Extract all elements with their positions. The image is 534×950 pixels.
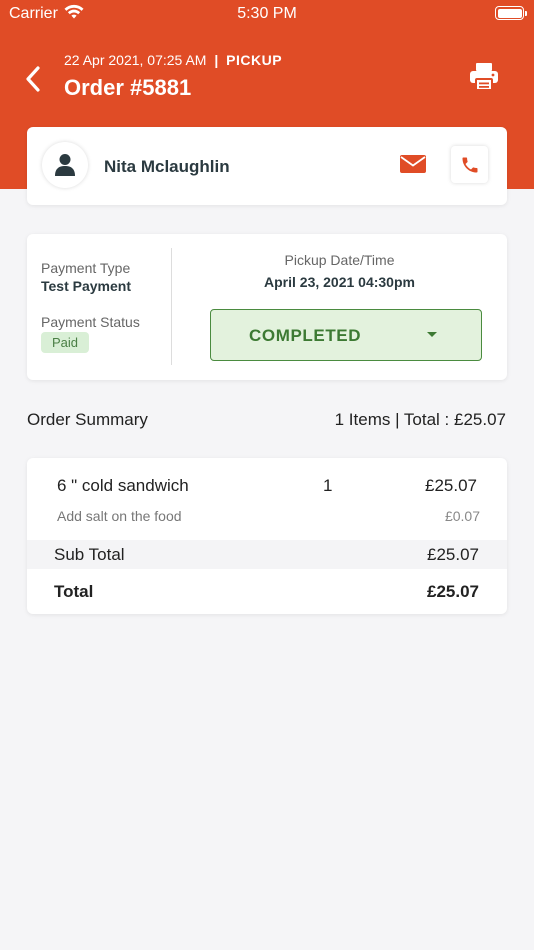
payment-card: Payment Type Test Payment Payment Status… (27, 234, 507, 380)
pickup-time-value: April 23, 2021 04:30pm (264, 274, 415, 290)
order-type: PICKUP (226, 52, 283, 68)
subtotal-row: Sub Total £25.07 (27, 540, 507, 569)
subtotal-label: Sub Total (54, 545, 125, 564)
payment-type-label: Payment Type (41, 260, 131, 276)
meta-separator: | (214, 52, 219, 68)
order-summary-title: Order Summary (27, 410, 148, 429)
clock: 5:30 PM (237, 5, 297, 22)
print-button[interactable] (468, 60, 500, 92)
phone-icon (462, 157, 477, 172)
order-status-value: COMPLETED (249, 326, 362, 345)
payment-status-badge: Paid (41, 332, 90, 353)
back-button[interactable] (20, 62, 50, 96)
battery-icon (495, 6, 527, 20)
avatar (42, 142, 88, 188)
subtotal-value: £25.07 (427, 545, 479, 564)
call-button[interactable] (451, 146, 488, 183)
status-bar: Carrier 5:30 PM (0, 0, 534, 28)
customer-card: Nita Mclaughlin (27, 127, 507, 205)
pickup-time-label: Pickup Date/Time (284, 252, 395, 268)
item-modifier-price: £0.07 (444, 508, 480, 524)
item-price: £25.07 (425, 476, 477, 495)
order-meta: 22 Apr 2021, 07:25 AM | PICKUP (64, 52, 282, 68)
caret-down-icon (427, 332, 437, 337)
chevron-left-icon (26, 66, 40, 92)
item-quantity: 1 (323, 476, 333, 495)
items-card: 6 " cold sandwich 1 £25.07 Add salt on t… (27, 458, 507, 614)
payment-type-value: Test Payment (41, 278, 131, 294)
payment-status-label: Payment Status (41, 314, 140, 330)
total-label: Total (54, 582, 94, 601)
envelope-icon (400, 155, 426, 173)
total-value: £25.07 (427, 582, 479, 601)
customer-name: Nita Mclaughlin (104, 157, 230, 176)
order-status-dropdown[interactable]: COMPLETED (210, 309, 482, 361)
item-name: 6 " cold sandwich (57, 476, 189, 495)
user-icon (55, 154, 75, 176)
order-summary-totals: 1 Items | Total : £25.07 (334, 410, 506, 429)
printer-icon (470, 63, 498, 91)
email-button[interactable] (399, 153, 427, 175)
page-title: Order #5881 (64, 75, 192, 100)
order-datetime: 22 Apr 2021, 07:25 AM (64, 52, 207, 68)
item-modifier-name: Add salt on the food (57, 508, 182, 524)
